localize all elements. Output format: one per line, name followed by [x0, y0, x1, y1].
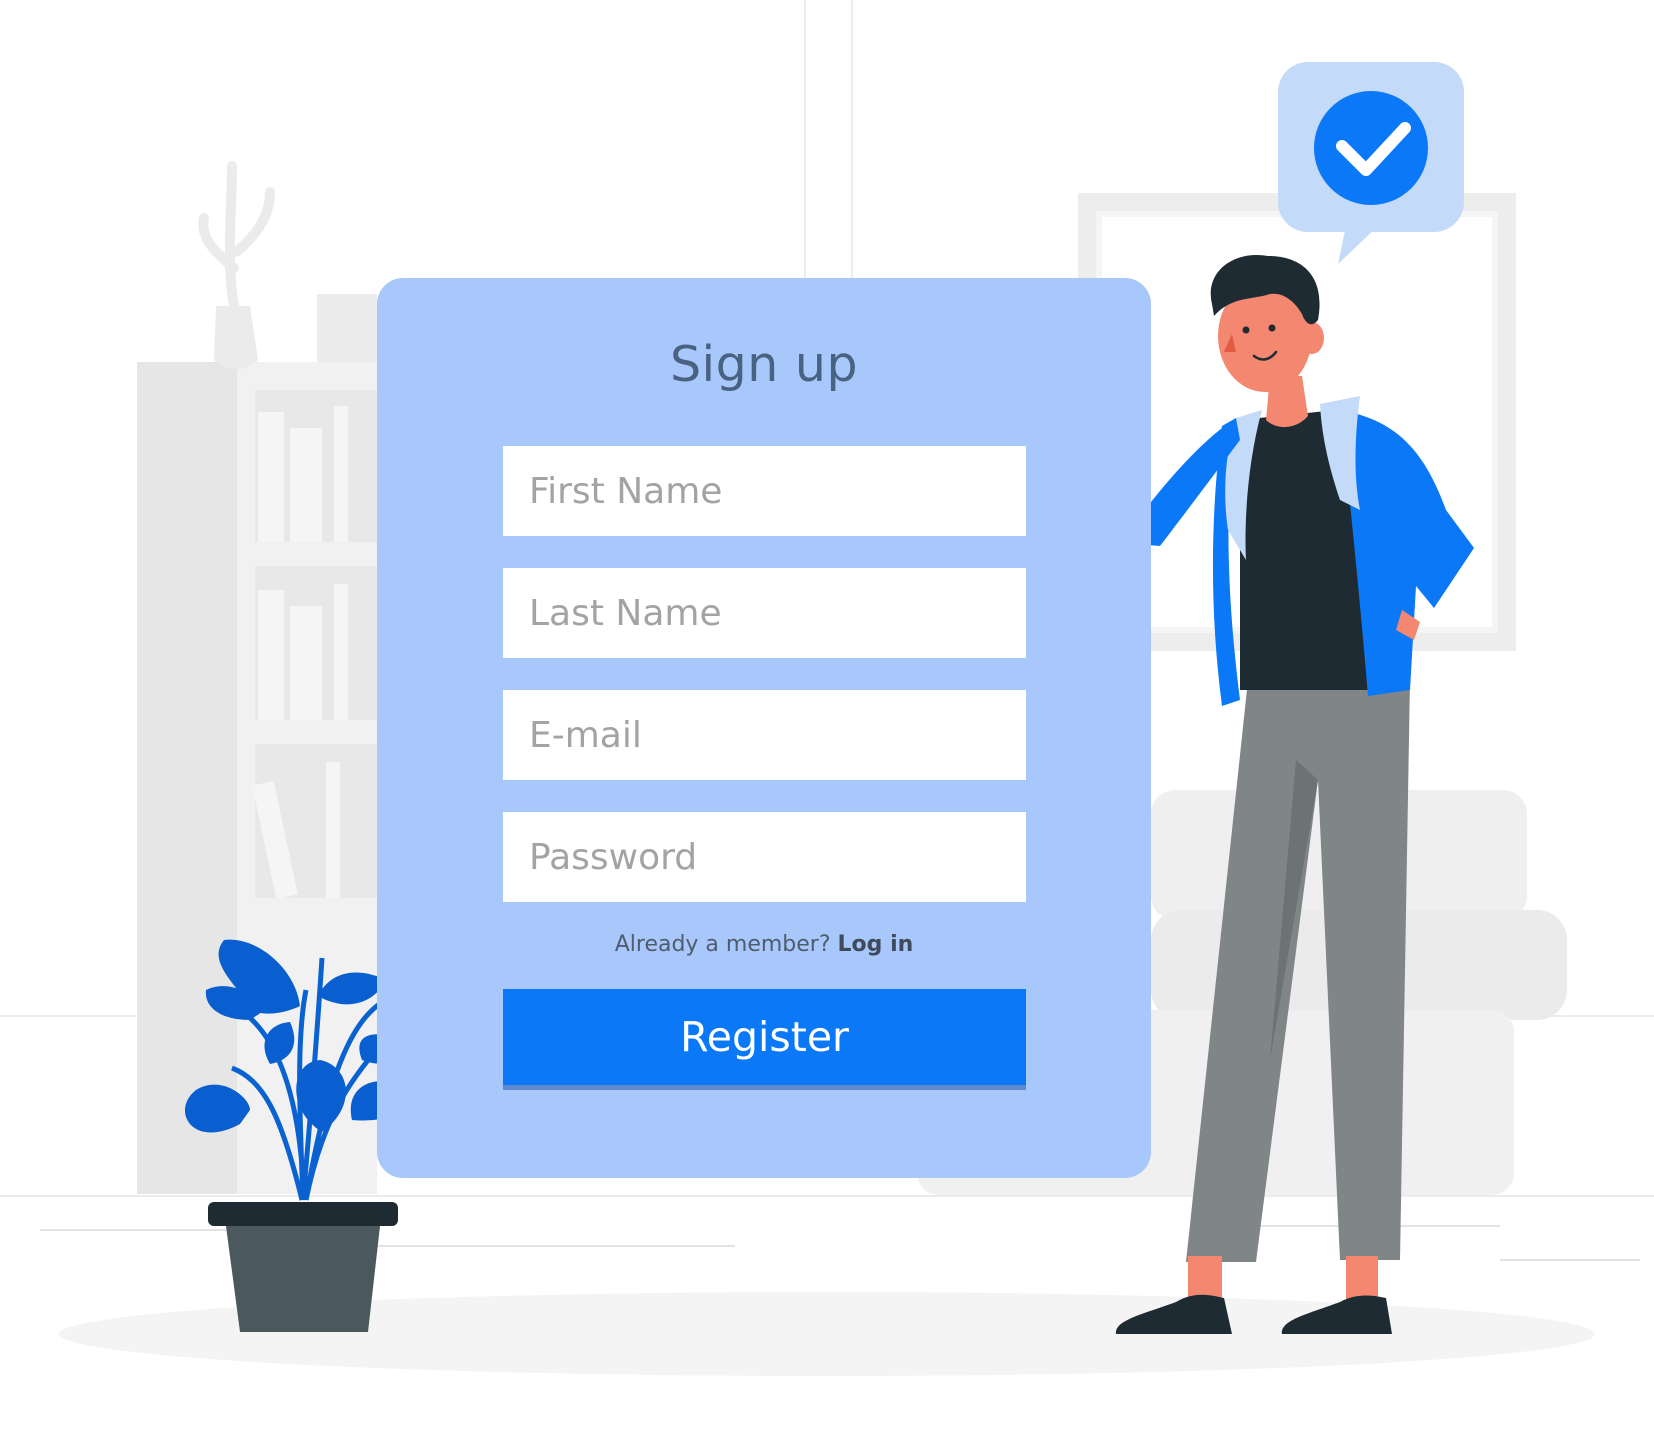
- shelf-box: [317, 294, 377, 362]
- member-prompt-row: Already a member? Log in: [377, 932, 1151, 957]
- email-input[interactable]: [503, 690, 1026, 780]
- book: [290, 606, 322, 720]
- book: [334, 584, 348, 720]
- book: [290, 428, 322, 542]
- book: [334, 406, 348, 542]
- illustration-scene: Sign up Already a member? Log in Registe…: [0, 0, 1654, 1441]
- check-circle-icon: [1314, 91, 1428, 205]
- book: [258, 412, 284, 542]
- password-input[interactable]: [503, 812, 1026, 902]
- register-button[interactable]: Register: [503, 989, 1026, 1085]
- branch: [198, 161, 275, 311]
- bookshelf-side: [137, 362, 237, 1194]
- first-name-input[interactable]: [503, 446, 1026, 536]
- signup-card: Sign up Already a member? Log in Registe…: [377, 278, 1151, 1178]
- signup-title: Sign up: [669, 336, 859, 393]
- last-name-input[interactable]: [503, 568, 1026, 658]
- vase: [214, 306, 258, 369]
- member-prompt-text: Already a member?: [614, 932, 831, 957]
- book: [258, 590, 284, 720]
- login-link[interactable]: Log in: [838, 932, 914, 957]
- book: [326, 762, 340, 898]
